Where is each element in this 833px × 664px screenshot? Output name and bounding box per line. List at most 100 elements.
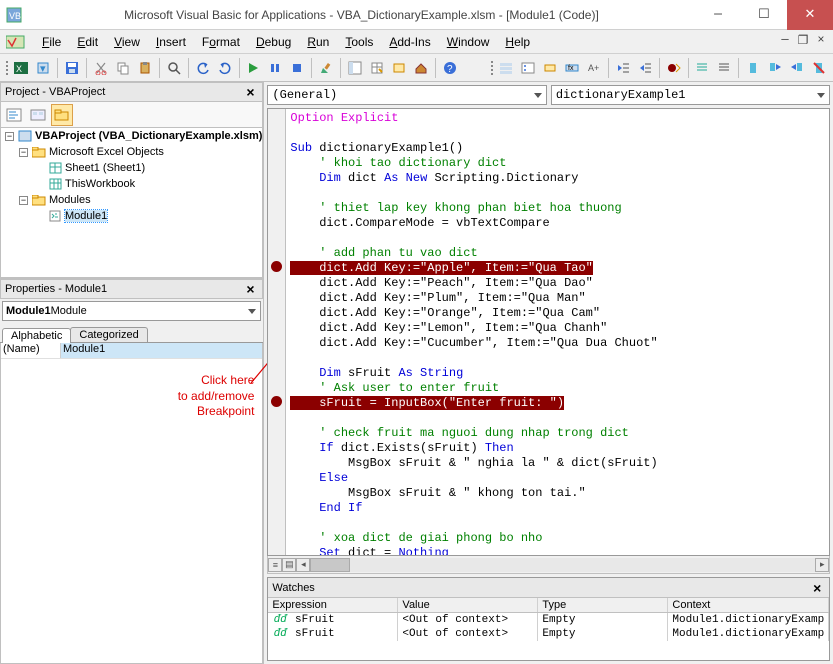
toggle-bookmark-button[interactable]	[743, 57, 763, 79]
properties-close[interactable]: ×	[242, 281, 258, 297]
run-button[interactable]	[243, 57, 263, 79]
mdi-close-button[interactable]: ×	[813, 32, 829, 48]
save-button[interactable]	[62, 57, 82, 79]
parameter-info-button[interactable]: fx	[562, 57, 582, 79]
toolbar-grip[interactable]	[4, 57, 9, 79]
mdi-minimize-button[interactable]: ─	[777, 32, 793, 48]
tree-folder-modules[interactable]: Modules	[49, 194, 91, 206]
tree-sheet1[interactable]: Sheet1 (Sheet1)	[65, 162, 145, 174]
code-text[interactable]: Option Explicit Sub dictionaryExample1()…	[286, 109, 829, 555]
minimize-button[interactable]: ─	[695, 0, 741, 30]
watches-body[interactable]: ᵭᵭ sFruit <Out of context> Empty Module1…	[268, 613, 829, 660]
properties-button[interactable]	[367, 57, 387, 79]
code-editor[interactable]: Option Explicit Sub dictionaryExample1()…	[267, 108, 830, 556]
quick-info-button[interactable]	[540, 57, 560, 79]
list-constants-button[interactable]	[518, 57, 538, 79]
folder-icon	[31, 145, 47, 159]
complete-word-button[interactable]: A+	[584, 57, 604, 79]
col-value[interactable]: Value	[398, 598, 538, 612]
workbook-icon	[47, 177, 63, 191]
menu-edit[interactable]: Edit	[69, 33, 106, 51]
tree-root[interactable]: VBAProject (VBA_DictionaryExample.xlsm)	[35, 130, 262, 142]
watch-row[interactable]: ᵭᵭ sFruit <Out of context> Empty Module1…	[268, 627, 829, 641]
cut-button[interactable]	[91, 57, 111, 79]
project-pane-close[interactable]: ×	[242, 84, 258, 100]
full-view-button[interactable]: ▤	[282, 558, 296, 572]
toolbar-grip-2[interactable]	[489, 57, 494, 79]
object-combo[interactable]: (General)	[267, 85, 546, 105]
properties-object-combo[interactable]: Module1 Module	[2, 301, 261, 321]
view-code-button[interactable]	[3, 104, 25, 126]
design-mode-button[interactable]	[316, 57, 336, 79]
object-browser-button[interactable]	[389, 57, 409, 79]
uncomment-block-button[interactable]	[714, 57, 734, 79]
comment-block-button[interactable]	[692, 57, 712, 79]
mdi-restore-button[interactable]: ❐	[795, 32, 811, 48]
menu-run[interactable]: Run	[299, 33, 337, 51]
menu-view[interactable]: View	[106, 33, 148, 51]
scroll-right-button[interactable]: ▸	[815, 558, 829, 572]
toolbox-button[interactable]	[411, 57, 431, 79]
col-expression[interactable]: Expression	[268, 598, 398, 612]
col-type[interactable]: Type	[538, 598, 668, 612]
breakpoint-annotation: Click here to add/remove Breakpoint	[134, 373, 254, 420]
project-pane-title: Project - VBAProject	[5, 86, 242, 98]
list-properties-button[interactable]	[496, 57, 516, 79]
view-object-button[interactable]	[27, 104, 49, 126]
watch-row[interactable]: ᵭᵭ sFruit <Out of context> Empty Module1…	[268, 613, 829, 627]
properties-grid[interactable]: (Name) Module1 Click here to add/remove …	[0, 343, 263, 664]
toggle-breakpoint-button[interactable]	[664, 57, 684, 79]
watches-header-row: Expression Value Type Context	[268, 598, 829, 613]
project-tree[interactable]: −VBAProject (VBA_DictionaryExample.xlsm)…	[0, 128, 263, 278]
menu-format[interactable]: Format	[194, 33, 248, 51]
menu-insert[interactable]: Insert	[148, 33, 194, 51]
menu-debug[interactable]: Debug	[248, 33, 299, 51]
property-value[interactable]: Module1	[61, 343, 262, 358]
paste-button[interactable]	[135, 57, 155, 79]
procedure-combo[interactable]: dictionaryExample1	[551, 85, 830, 105]
app-icon: VB	[0, 7, 28, 23]
outdent-button[interactable]	[635, 57, 655, 79]
proc-view-button[interactable]: ≡	[268, 558, 282, 572]
copy-button[interactable]	[113, 57, 133, 79]
properties-header: Properties - Module1 ×	[0, 279, 263, 299]
tab-categorized[interactable]: Categorized	[70, 327, 147, 342]
next-bookmark-button[interactable]	[765, 57, 785, 79]
toggle-folders-button[interactable]	[51, 104, 73, 126]
col-context[interactable]: Context	[668, 598, 829, 612]
menu-tools[interactable]: Tools	[337, 33, 381, 51]
property-name: (Name)	[1, 343, 61, 358]
view-excel-button[interactable]: X	[11, 57, 31, 79]
menu-file[interactable]: File	[34, 33, 69, 51]
scroll-thumb[interactable]	[310, 558, 350, 572]
help-button[interactable]: ?	[440, 57, 460, 79]
insert-dropdown[interactable]: ▾	[33, 57, 53, 79]
menu-help[interactable]: Help	[497, 33, 538, 51]
svg-text:?: ?	[447, 64, 453, 75]
breakpoint-indicator[interactable]	[271, 261, 282, 272]
indent-button[interactable]	[613, 57, 633, 79]
menu-addins[interactable]: Add-Ins	[381, 33, 438, 51]
maximize-button[interactable]: ☐	[741, 0, 787, 30]
prev-bookmark-button[interactable]	[787, 57, 807, 79]
sheet-icon	[47, 161, 63, 175]
breakpoint-margin[interactable]	[268, 109, 286, 555]
redo-button[interactable]	[215, 57, 235, 79]
clear-bookmarks-button[interactable]	[809, 57, 829, 79]
tab-alphabetic[interactable]: Alphabetic	[2, 328, 71, 343]
scroll-track[interactable]	[310, 558, 815, 572]
breakpoint-indicator[interactable]	[271, 396, 282, 407]
reset-button[interactable]	[287, 57, 307, 79]
project-explorer-button[interactable]	[345, 57, 365, 79]
menu-window[interactable]: Window	[439, 33, 498, 51]
close-button[interactable]: ✕	[787, 0, 833, 30]
find-button[interactable]	[164, 57, 184, 79]
code-hscroll[interactable]: ≡ ▤ ◂ ▸	[267, 556, 830, 574]
tree-module1[interactable]: Module1	[65, 210, 107, 222]
break-button[interactable]	[265, 57, 285, 79]
tree-thisworkbook[interactable]: ThisWorkbook	[65, 178, 135, 190]
tree-folder-excel[interactable]: Microsoft Excel Objects	[49, 146, 164, 158]
watches-close[interactable]: ×	[809, 580, 825, 596]
undo-button[interactable]	[193, 57, 213, 79]
scroll-left-button[interactable]: ◂	[296, 558, 310, 572]
